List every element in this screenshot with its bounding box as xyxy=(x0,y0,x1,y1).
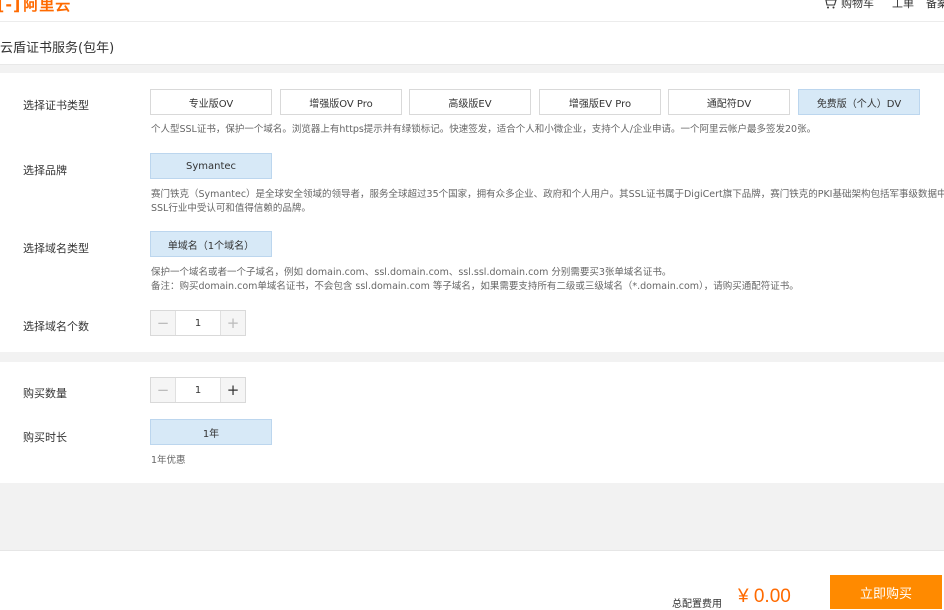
top-bar: [-] 阿里云 购物车 工单 备案 xyxy=(0,0,944,22)
domain-count-increment-button[interactable]: + xyxy=(221,311,245,335)
buy-now-button[interactable]: 立即购买 xyxy=(830,575,942,609)
logo-text: 阿里云 xyxy=(23,0,72,14)
brand-description-line1: 赛门铁克（Symantec）是全球安全领域的领导者，服务全球超过35个国家，拥有… xyxy=(151,189,944,200)
brand-option-symantec[interactable]: Symantec xyxy=(150,153,272,179)
empty-band xyxy=(0,483,944,550)
domain-count-value[interactable]: 1 xyxy=(175,311,221,335)
cert-type-option-ev-pro[interactable]: 增强版EV Pro xyxy=(539,89,661,115)
cart-label: 购物车 xyxy=(841,0,874,10)
domain-count-label: 选择域名个数 xyxy=(23,320,89,333)
logo-bracket-icon: [-] xyxy=(0,0,22,14)
quantity-increment-button[interactable]: + xyxy=(221,378,245,402)
quantity-label: 购买数量 xyxy=(23,387,67,400)
top-nav: 购物车 工单 备案 xyxy=(823,0,944,11)
cert-type-label: 选择证书类型 xyxy=(23,99,89,112)
quantity-stepper: − 1 + xyxy=(150,377,246,403)
brand-description-line2: SSL行业中受认可和值得信赖的品牌。 xyxy=(151,203,311,214)
domain-count-stepper: − 1 + xyxy=(150,310,246,336)
quantity-value[interactable]: 1 xyxy=(175,378,221,402)
total-cost-label: 总配置费用 xyxy=(672,599,722,610)
section-divider xyxy=(0,65,944,73)
filing-link[interactable]: 备案 xyxy=(926,0,944,11)
section-divider xyxy=(0,352,944,362)
cert-type-option-ov-pro[interactable]: 增强版OV Pro xyxy=(280,89,402,115)
duration-option-1-year[interactable]: 1年 xyxy=(150,419,272,445)
total-price: ¥ 0.00 xyxy=(738,586,791,607)
aliyun-logo[interactable]: [-] 阿里云 xyxy=(0,0,71,15)
quantity-decrement-button[interactable]: − xyxy=(151,378,175,402)
brand-label: 选择品牌 xyxy=(23,164,67,177)
page-title: 云盾证书服务(包年) xyxy=(0,41,115,56)
domain-type-label: 选择域名类型 xyxy=(23,242,89,255)
ticket-link[interactable]: 工单 xyxy=(892,0,914,11)
domain-type-option-single[interactable]: 单域名（1个域名） xyxy=(150,231,272,257)
cert-type-option-wildcard-dv[interactable]: 通配符DV xyxy=(668,89,790,115)
cart-link[interactable]: 购物车 xyxy=(823,0,874,11)
purchase-section: 购买数量 − 1 + 购买时长 1年 1年优惠 xyxy=(0,362,944,483)
cert-type-option-free-dv[interactable]: 免费版（个人）DV xyxy=(798,89,920,115)
cart-icon xyxy=(825,0,837,9)
cert-type-description: 个人型SSL证书，保护一个域名。浏览器上有https提示并有绿锁标记。快速签发，… xyxy=(151,124,817,135)
title-bar: 云盾证书服务(包年) xyxy=(0,23,944,65)
cert-type-option-ev[interactable]: 高级版EV xyxy=(409,89,531,115)
config-section: 选择证书类型 专业版OV 增强版OV Pro 高级版EV 增强版EV Pro 通… xyxy=(0,73,944,352)
duration-note: 1年优惠 xyxy=(151,455,186,466)
domain-type-description-line1: 保护一个域名或者一个子域名，例如 domain.com、ssl.domain.c… xyxy=(151,267,672,278)
domain-type-description-line2: 备注：购买domain.com单域名证书，不会包含 ssl.domain.com… xyxy=(151,281,799,292)
domain-count-decrement-button[interactable]: − xyxy=(151,311,175,335)
cert-type-option-ov[interactable]: 专业版OV xyxy=(150,89,272,115)
duration-label: 购买时长 xyxy=(23,431,67,444)
checkout-bar: 总配置费用 ¥ 0.00 立即购买 xyxy=(0,550,944,610)
